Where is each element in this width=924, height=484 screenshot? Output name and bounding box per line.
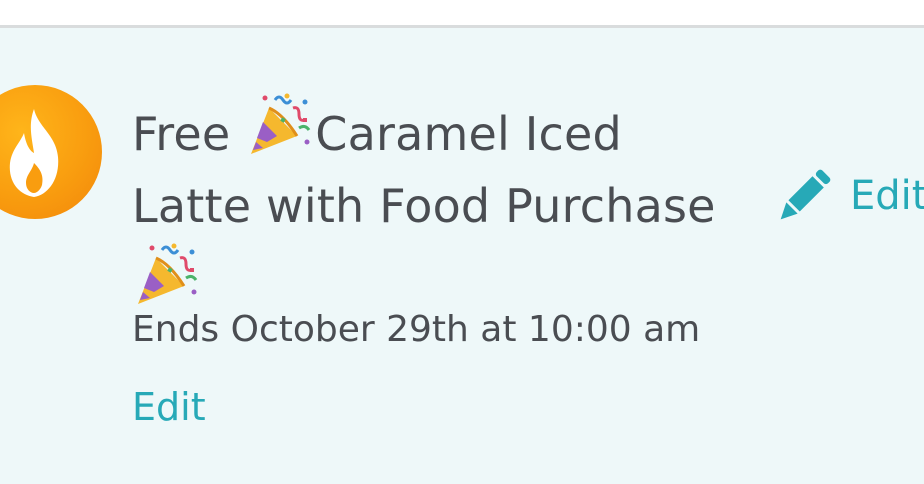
top-bar: [0, 0, 924, 28]
promotion-card: Free Caramel Iced Latte with Food Purcha…: [0, 28, 924, 484]
party-popper-icon: [138, 243, 198, 304]
edit-button[interactable]: Edit: [776, 166, 924, 226]
promo-title-part1: Free: [132, 107, 246, 161]
promo-badge: [0, 85, 102, 219]
edit-link[interactable]: Edit: [132, 383, 206, 431]
promo-title: Free Caramel Iced Latte with Food Purcha…: [132, 92, 752, 320]
party-popper-icon: [251, 93, 311, 154]
flame-icon: [9, 109, 59, 197]
promo-end-time: Ends October 29th at 10:00 am: [132, 309, 701, 350]
pencil-icon: [780, 169, 831, 220]
edit-button-label: Edit: [850, 173, 924, 219]
